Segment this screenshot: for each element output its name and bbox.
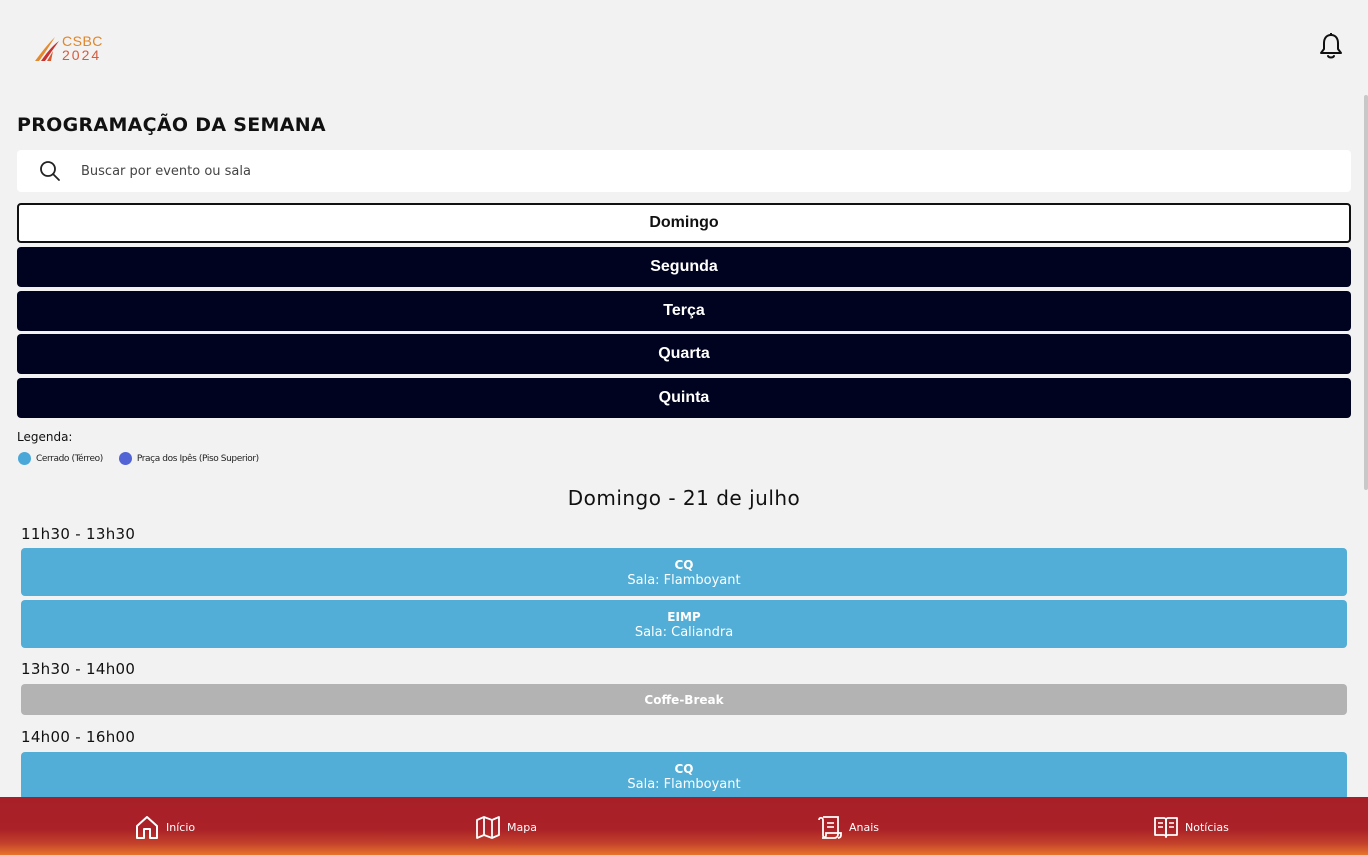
event-room: Sala: Flamboyant [627, 777, 741, 792]
event-name: Coffe-Break [644, 693, 724, 707]
scroll-icon [818, 816, 842, 839]
legend-label-cerrado: Cerrado (Térreo) [36, 453, 103, 464]
legend-item-cerrado: Cerrado (Térreo) [18, 452, 103, 465]
home-icon [136, 816, 158, 839]
slot-time: 14h00 - 16h00 [21, 728, 136, 746]
top-bar: CSBC 2024 [0, 0, 1368, 95]
day-button-quarta[interactable]: Quarta [17, 334, 1351, 374]
event-room: Sala: Caliandra [634, 625, 734, 640]
scrollbar[interactable] [1364, 95, 1368, 490]
schedule-day-heading: Domingo - 21 de julho [567, 486, 801, 510]
event-card[interactable]: CQ Sala: Flamboyant [21, 752, 1347, 800]
nav-item-noticias[interactable]: Notícias [1153, 814, 1229, 840]
legend-title: Legenda: [17, 430, 73, 444]
day-button-quinta[interactable]: Quinta [17, 378, 1351, 418]
bottom-nav: Início Mapa Anais Notícias [0, 797, 1368, 855]
logo-text-csbc: CSBC [62, 33, 103, 49]
day-button-domingo[interactable]: Domingo [17, 203, 1351, 243]
nav-item-anais[interactable]: Anais [817, 814, 879, 840]
legend-label-praca-dos-ipes: Praça dos Ipês (Piso Superior) [136, 453, 259, 464]
csbc-logo: CSBC 2024 [33, 32, 113, 64]
legend-item-praca-dos-ipes: Praça dos Ipês (Piso Superior) [118, 452, 259, 465]
search-icon [40, 161, 60, 181]
nav-label-mapa: Mapa [507, 820, 537, 834]
logo-text-year: 2024 [62, 47, 102, 63]
nav-label-anais: Anais [849, 820, 880, 834]
event-name: CQ [674, 762, 694, 776]
event-card[interactable]: EIMP Sala: Caliandra [21, 600, 1347, 648]
legend-dot-praca-dos-ipes [118, 452, 132, 465]
search-bar[interactable] [17, 150, 1351, 192]
event-room: Sala: Flamboyant [627, 573, 741, 588]
legend-dot-cerrado [18, 452, 31, 465]
event-card[interactable]: CQ Sala: Flamboyant [21, 548, 1347, 596]
event-name: CQ [674, 558, 694, 572]
nav-label-noticias: Notícias [1185, 820, 1229, 834]
search-input[interactable] [81, 163, 1281, 179]
day-button-segunda[interactable]: Segunda [17, 247, 1351, 287]
slot-time: 11h30 - 13h30 [21, 525, 136, 543]
legend: Cerrado (Térreo) Praça dos Ipês (Piso Su… [18, 452, 275, 465]
page-title: PROGRAMAÇÃO DA SEMANA [17, 114, 326, 136]
event-card-break[interactable]: Coffe-Break [21, 684, 1347, 715]
logo-flame-icon [35, 37, 59, 61]
nav-item-mapa[interactable]: Mapa [475, 814, 537, 840]
event-name: EIMP [667, 610, 701, 624]
slot-time: 13h30 - 14h00 [21, 660, 136, 678]
book-icon [1154, 817, 1178, 838]
day-button-terca[interactable]: Terça [17, 291, 1351, 331]
nav-item-inicio[interactable]: Início [134, 814, 195, 840]
map-icon [476, 816, 500, 839]
nav-label-inicio: Início [166, 820, 196, 834]
bell-icon[interactable] [1318, 32, 1344, 60]
